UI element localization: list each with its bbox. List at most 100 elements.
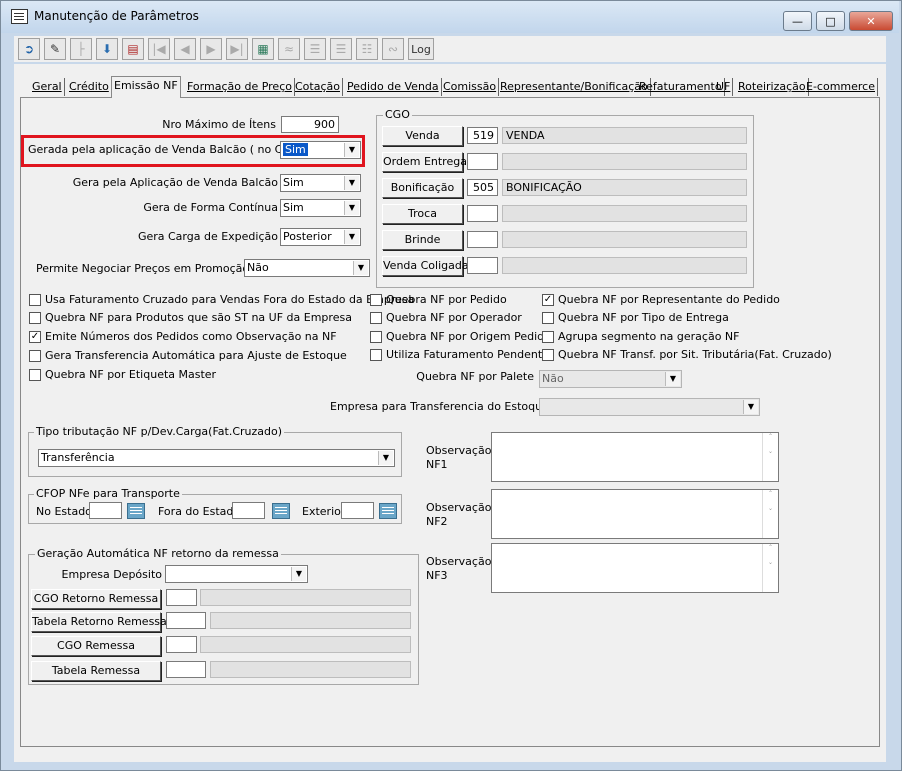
empresa-deposito-select[interactable]: ▼ (165, 565, 308, 583)
tab-roteirizacao[interactable]: Roteirização (736, 78, 809, 96)
checkbox-fat-pendente[interactable] (370, 349, 382, 361)
gera-balcao-select[interactable]: Sim ▼ (280, 174, 361, 192)
cfop-fora-estado-input[interactable] (232, 502, 265, 519)
tab-comissao[interactable]: Comissão (441, 78, 500, 96)
checkbox-emite-numeros[interactable]: ✓ (29, 331, 41, 343)
checkbox-quebra-transf-tributaria[interactable] (542, 349, 554, 361)
tipo-tributacao-select[interactable]: Transferência ▼ (38, 449, 395, 467)
checkbox-transf-automatica[interactable] (29, 350, 41, 362)
checkbox-agrupa-segmento[interactable] (542, 331, 554, 343)
tabela-remessa-button[interactable]: Tabela Remessa (31, 661, 161, 681)
forma-continua-select[interactable]: Sim ▼ (280, 199, 361, 217)
empresa-transf-select[interactable]: ▼ (539, 398, 760, 416)
cgo-ordem-entrega-button[interactable]: Ordem Entrega (382, 152, 467, 172)
observacao-nf3-label: Observação (426, 555, 492, 568)
edit-button[interactable]: ✎ (44, 38, 66, 60)
cgo-retorno-remessa-button[interactable]: CGO Retorno Remessa (31, 589, 161, 609)
checkbox-quebra-tipo-entrega[interactable] (542, 312, 554, 324)
cfop-exterior-lookup-icon[interactable] (379, 503, 397, 519)
checkbox-quebra-pedido[interactable] (370, 294, 382, 306)
maximize-button[interactable]: □ (816, 11, 845, 31)
carga-expedicao-select[interactable]: Posterior ▼ (280, 228, 361, 246)
nro-max-itens-label: Nro Máximo de Ítens (162, 118, 276, 131)
list-icon: ☰ (309, 42, 321, 56)
cgo-brinde-button[interactable]: Brinde (382, 230, 463, 250)
next-record-button[interactable]: ▶ (200, 38, 222, 60)
cgo-bonificacao-code[interactable]: 505 (467, 179, 498, 196)
print-icon: ▤ (127, 42, 139, 56)
tab-ecommerce[interactable]: E-commerce (804, 78, 878, 96)
cgo-group-title: CGO (383, 108, 412, 121)
tab-cotacao[interactable]: Cotação (293, 78, 343, 96)
nro-max-itens-input[interactable]: 900 (281, 116, 339, 133)
cfop-no-estado-input[interactable] (89, 502, 122, 519)
save-button[interactable]: ⬇ (96, 38, 118, 60)
list-button-1[interactable]: ☰ (304, 38, 326, 60)
tab-pedido-venda[interactable]: Pedido de Venda (345, 78, 442, 96)
cfop-fora-estado-lookup-icon[interactable] (272, 503, 290, 519)
checkbox-quebra-origem[interactable] (370, 331, 382, 343)
close-icon: ✕ (866, 14, 876, 28)
cgo-venda-code[interactable]: 519 (467, 127, 498, 144)
tabela-retorno-remessa-button[interactable]: Tabela Retorno Remessa (31, 612, 167, 632)
scrollbar[interactable]: ˆˇ (762, 490, 778, 538)
cgo-bonificacao-desc: BONIFICAÇÃO (502, 179, 747, 196)
forma-continua-label: Gera de Forma Contínua (143, 201, 278, 214)
checkbox-quebra-representante[interactable]: ✓ (542, 294, 554, 306)
observacao-nf1-textarea[interactable]: ˆˇ (491, 432, 779, 482)
prev-record-button[interactable]: ◀ (174, 38, 196, 60)
cgo-retorno-remessa-code[interactable] (166, 589, 197, 606)
group-button[interactable]: ☷ (356, 38, 378, 60)
tab-uf[interactable]: UF (714, 78, 734, 96)
cgo-bonificacao-button[interactable]: Bonificação (382, 178, 463, 198)
negociar-precos-select[interactable]: Não ▼ (244, 259, 370, 277)
checkbox-etiqueta-master[interactable] (29, 369, 41, 381)
observacao-nf3-textarea[interactable]: ˆˇ (491, 543, 779, 593)
observacao-nf2-textarea[interactable]: ˆˇ (491, 489, 779, 539)
pencil-icon: ✎ (49, 42, 61, 56)
chart-button[interactable]: ≈ (278, 38, 300, 60)
tab-refaturamento[interactable]: Refaturamento (637, 78, 725, 96)
checkbox-quebra-operador[interactable] (370, 312, 382, 324)
cgo-ordem-entrega-code[interactable] (467, 153, 498, 170)
link-button[interactable]: ∾ (382, 38, 404, 60)
tab-representante-bonificacao[interactable]: Representante/Bonificação (498, 78, 651, 96)
cfop-no-estado-lookup-icon[interactable] (127, 503, 145, 519)
tab-geral[interactable]: Geral (30, 78, 65, 96)
app-icon (11, 9, 28, 24)
tree-button[interactable]: ├ (70, 38, 92, 60)
cgo-troca-button[interactable]: Troca (382, 204, 463, 224)
checkbox-quebra-tipo-entrega-label: Quebra NF por Tipo de Entrega (558, 311, 729, 324)
checkbox-fat-cruzado[interactable] (29, 294, 41, 306)
gera-balcao-label: Gera pela Aplicação de Venda Balcão (72, 176, 278, 189)
tabela-remessa-code[interactable] (166, 661, 206, 678)
log-button[interactable]: Log (408, 38, 434, 60)
tabela-retorno-remessa-code[interactable] (166, 612, 206, 629)
list-button-2[interactable]: ☰ (330, 38, 352, 60)
cgo-venda-coligada-button[interactable]: Venda Coligada (382, 256, 469, 276)
tab-formacao-preco[interactable]: Formação de Preço (185, 78, 295, 96)
dropdown-arrow-icon: ▼ (344, 176, 359, 190)
cgo-troca-code[interactable] (467, 205, 498, 222)
scrollbar[interactable]: ˆˇ (762, 544, 778, 592)
cgo-remessa-code[interactable] (166, 636, 197, 653)
tab-emissao-nf[interactable]: Emissão NF (111, 76, 181, 98)
save-icon: ⬇ (101, 42, 113, 56)
quebra-palete-select[interactable]: Não ▼ (539, 370, 682, 388)
minimize-button[interactable]: — (783, 11, 812, 31)
scrollbar[interactable]: ˆˇ (762, 433, 778, 481)
close-button[interactable]: ✕ (849, 11, 893, 31)
tab-credito[interactable]: Crédito (67, 78, 112, 96)
grid-button[interactable]: ▦ (252, 38, 274, 60)
print-button[interactable]: ▤ (122, 38, 144, 60)
cgo-venda-button[interactable]: Venda (382, 126, 463, 146)
next-icon: ▶ (206, 42, 216, 56)
cgo-brinde-code[interactable] (467, 231, 498, 248)
exit-button[interactable]: ➲ (18, 38, 40, 60)
cfop-exterior-input[interactable] (341, 502, 374, 519)
cgo-venda-coligada-code[interactable] (467, 257, 498, 274)
cgo-remessa-button[interactable]: CGO Remessa (31, 636, 161, 656)
last-record-button[interactable]: ▶| (226, 38, 248, 60)
checkbox-quebra-st[interactable] (29, 312, 41, 324)
first-record-button[interactable]: |◀ (148, 38, 170, 60)
